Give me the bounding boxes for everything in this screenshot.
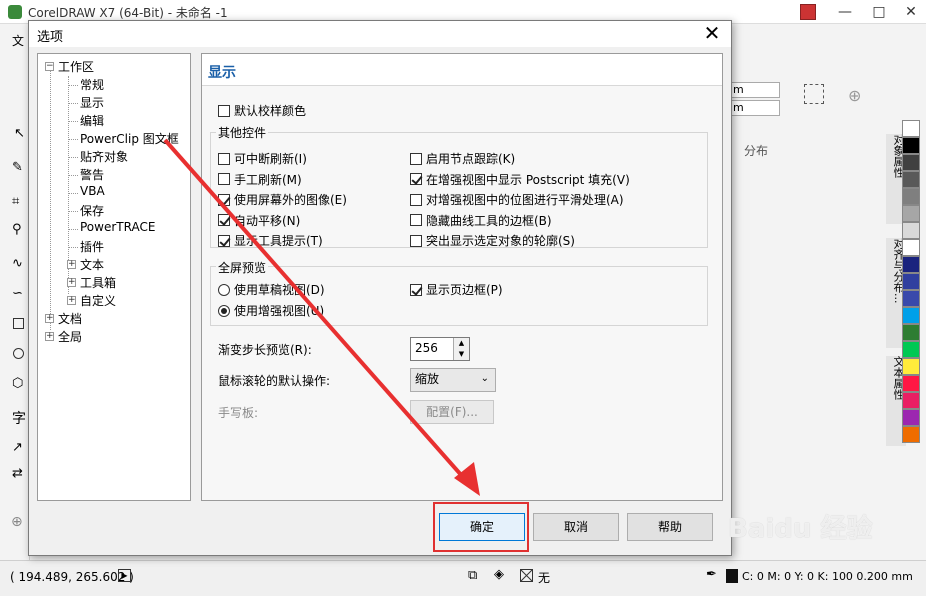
watermark: Baidu 经验 bbox=[728, 514, 873, 544]
annotation-arrow-icon bbox=[163, 138, 480, 496]
